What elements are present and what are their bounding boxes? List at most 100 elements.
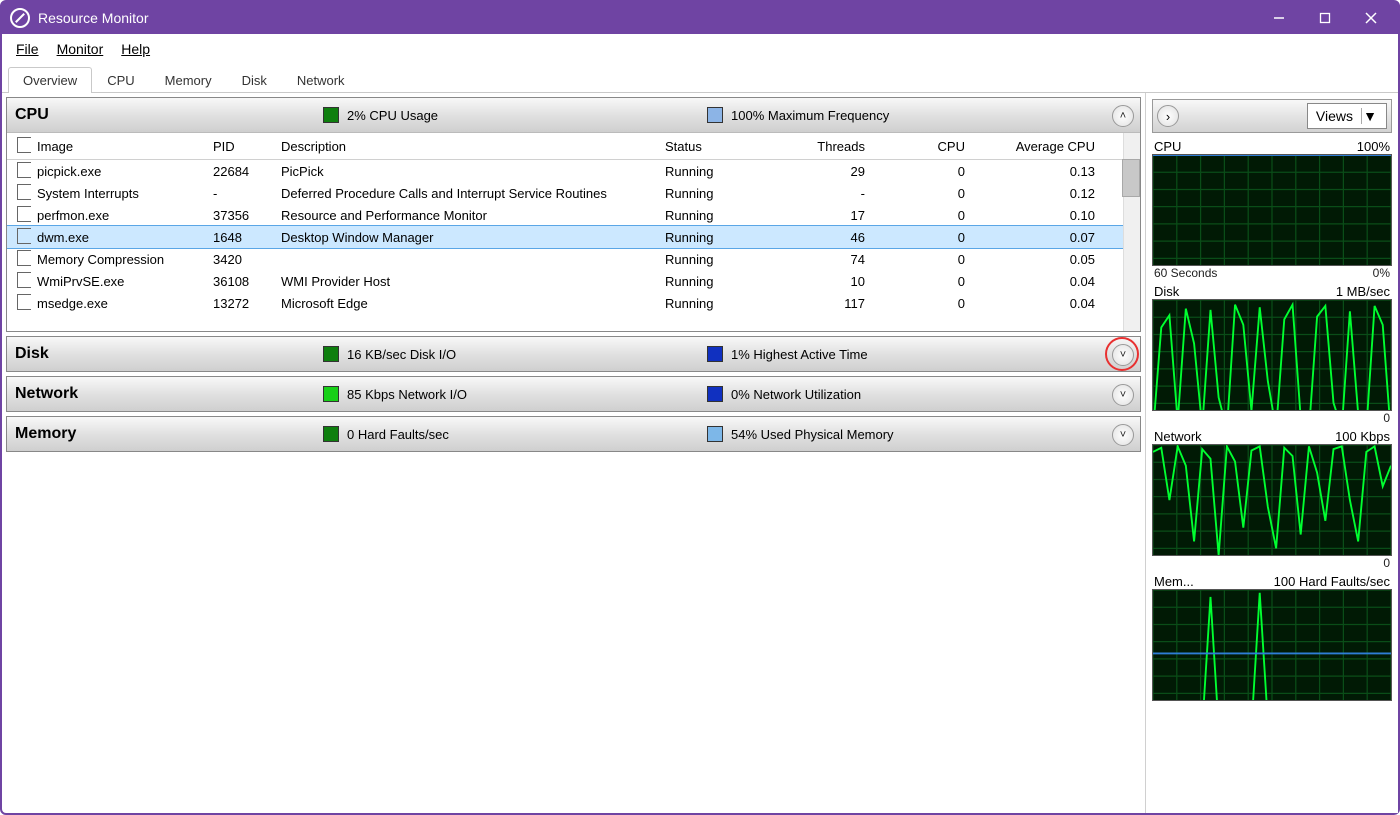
cell-threads: 46 — [771, 230, 871, 245]
cell-threads: 17 — [771, 208, 871, 223]
titlebar[interactable]: Resource Monitor — [2, 2, 1398, 34]
cell-cpu: 0 — [871, 164, 971, 179]
cell-pid: 1648 — [207, 230, 275, 245]
section-disk-title: Disk — [15, 345, 315, 363]
col-status[interactable]: Status — [659, 139, 771, 154]
resource-monitor-window: Resource Monitor File Monitor Help Overv… — [0, 0, 1400, 815]
row-checkbox[interactable] — [17, 228, 31, 244]
network-io-stat: 85 Kbps Network I/O — [323, 386, 467, 402]
cell-cpu: 0 — [871, 186, 971, 201]
square-icon — [707, 386, 723, 402]
cpu-freq-stat: 100% Maximum Frequency — [707, 107, 889, 123]
mini-title: Disk — [1154, 284, 1179, 299]
annotation-circle — [1105, 337, 1139, 371]
chevron-right-icon[interactable]: › — [1157, 105, 1179, 127]
table-row[interactable]: perfmon.exe37356Resource and Performance… — [7, 204, 1140, 226]
col-cpu[interactable]: CPU — [871, 139, 971, 154]
cell-status: Running — [659, 208, 771, 223]
square-icon — [707, 426, 723, 442]
cell-threads: 10 — [771, 274, 871, 289]
cell-pid: 37356 — [207, 208, 275, 223]
chevron-down-icon[interactable]: ˅ — [1112, 424, 1134, 446]
cell-desc: Resource and Performance Monitor — [275, 208, 659, 223]
cell-cpu: 0 — [871, 252, 971, 267]
tab-memory[interactable]: Memory — [150, 67, 227, 93]
tab-disk[interactable]: Disk — [227, 67, 282, 93]
cpu-usage-stat: 2% CPU Usage — [323, 107, 438, 123]
side-panel: › Views ▼ CPU100%60 Seconds0% Disk 1 MB/se… — [1146, 93, 1398, 813]
cell-status: Running — [659, 252, 771, 267]
section-cpu-title: CPU — [15, 106, 315, 124]
cell-desc: Microsoft Edge — [275, 296, 659, 311]
chevron-up-icon[interactable]: ˄ — [1112, 105, 1134, 127]
dropdown-icon: ▼ — [1361, 108, 1378, 124]
window-title: Resource Monitor — [38, 10, 1256, 26]
table-row[interactable]: System Interrupts-Deferred Procedure Cal… — [7, 182, 1140, 204]
disk-active-stat: 1% Highest Active Time — [707, 346, 868, 362]
section-network: Network 85 Kbps Network I/O 0% Network U… — [6, 376, 1141, 412]
tab-cpu[interactable]: CPU — [92, 67, 149, 93]
cell-avg: 0.05 — [971, 252, 1101, 267]
tab-network[interactable]: Network — [282, 67, 360, 93]
col-threads[interactable]: Threads — [771, 139, 871, 154]
col-desc[interactable]: Description — [275, 139, 659, 154]
chevron-down-icon[interactable]: ˅ — [1112, 384, 1134, 406]
menu-file[interactable]: File — [8, 37, 47, 61]
cell-avg: 0.07 — [971, 230, 1101, 245]
main-column: CPU 2% CPU Usage 100% Maximum Frequency … — [2, 93, 1146, 813]
cell-status: Running — [659, 186, 771, 201]
row-checkbox[interactable] — [17, 272, 31, 288]
table-row[interactable]: msedge.exe13272Microsoft EdgeRunning1170… — [7, 292, 1140, 314]
menu-help[interactable]: Help — [113, 37, 158, 61]
section-memory-bar[interactable]: Memory 0 Hard Faults/sec 54% Used Physic… — [7, 417, 1140, 451]
disk-io-stat: 16 KB/sec Disk I/O — [323, 346, 456, 362]
row-checkbox[interactable] — [17, 184, 31, 200]
cell-pid: 13272 — [207, 296, 275, 311]
section-cpu-bar[interactable]: CPU 2% CPU Usage 100% Maximum Frequency … — [7, 98, 1140, 132]
cell-pid: 36108 — [207, 274, 275, 289]
square-icon — [707, 107, 723, 123]
cell-cpu: 0 — [871, 208, 971, 223]
col-pid[interactable]: PID — [207, 139, 275, 154]
select-all-checkbox[interactable] — [17, 137, 31, 153]
views-button[interactable]: Views ▼ — [1307, 103, 1387, 129]
row-checkbox[interactable] — [17, 294, 31, 310]
minimize-button[interactable] — [1256, 2, 1302, 34]
table-row[interactable]: WmiPrvSE.exe36108WMI Provider HostRunnin… — [7, 270, 1140, 292]
scrollbar-thumb[interactable] — [1122, 159, 1140, 197]
menu-monitor[interactable]: Monitor — [49, 37, 112, 61]
cell-avg: 0.10 — [971, 208, 1101, 223]
cell-pid: 22684 — [207, 164, 275, 179]
section-disk-bar[interactable]: Disk 16 KB/sec Disk I/O 1% Highest Activ… — [7, 337, 1140, 371]
mini-title: CPU — [1154, 139, 1181, 154]
mini-chart-cpu: CPU100%60 Seconds0% — [1152, 139, 1392, 280]
row-checkbox[interactable] — [17, 250, 31, 266]
tab-overview[interactable]: Overview — [8, 67, 92, 93]
square-icon — [323, 386, 339, 402]
cell-image: System Interrupts — [31, 186, 207, 201]
row-checkbox[interactable] — [17, 162, 31, 178]
memory-faults-stat: 0 Hard Faults/sec — [323, 426, 449, 442]
mini-chart-disk: Disk1 MB/sec0 — [1152, 284, 1392, 425]
table-header: Image PID Description Status Threads CPU… — [7, 133, 1140, 160]
content-area: CPU 2% CPU Usage 100% Maximum Frequency … — [2, 93, 1398, 813]
square-icon — [323, 107, 339, 123]
views-bar: › Views ▼ — [1152, 99, 1392, 133]
table-row[interactable]: Memory Compression3420Running7400.05 — [7, 248, 1140, 270]
square-icon — [323, 426, 339, 442]
cell-avg: 0.13 — [971, 164, 1101, 179]
square-icon — [323, 346, 339, 362]
table-row[interactable]: picpick.exe22684PicPickRunning2900.13 — [7, 160, 1140, 182]
cell-cpu: 0 — [871, 296, 971, 311]
maximize-button[interactable] — [1302, 2, 1348, 34]
cell-cpu: 0 — [871, 274, 971, 289]
col-image[interactable]: Image — [31, 139, 207, 154]
table-row[interactable]: dwm.exe1648Desktop Window ManagerRunning… — [7, 226, 1140, 248]
mini-footer-right: 0 — [1383, 556, 1390, 570]
mini-scale: 1 MB/sec — [1336, 284, 1390, 299]
section-network-bar[interactable]: Network 85 Kbps Network I/O 0% Network U… — [7, 377, 1140, 411]
col-avgcpu[interactable]: Average CPU — [971, 139, 1101, 154]
row-checkbox[interactable] — [17, 206, 31, 222]
mini-footer-left: 60 Seconds — [1154, 266, 1217, 280]
close-button[interactable] — [1348, 2, 1394, 34]
